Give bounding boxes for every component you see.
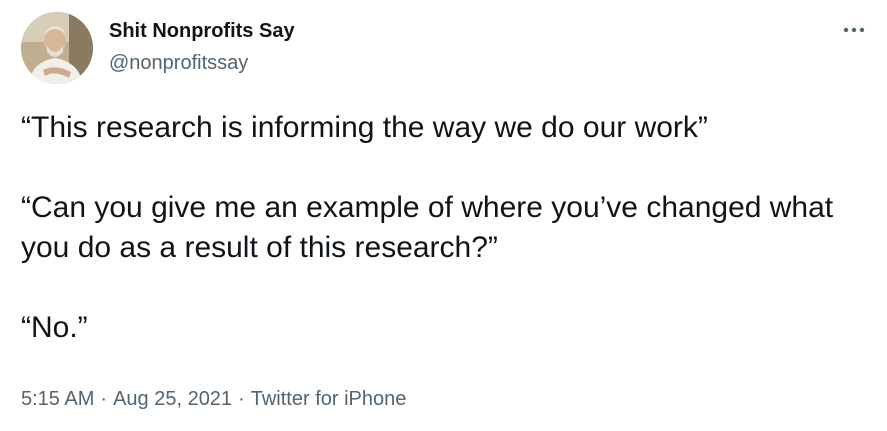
tweet-paragraph: “This research is informing the way we d… <box>21 111 708 144</box>
avatar[interactable] <box>21 12 93 84</box>
user-handle[interactable]: @nonprofitssay <box>109 51 248 75</box>
tweet-date[interactable]: Aug 25, 2021 <box>113 388 232 410</box>
tweet-card: Shit Nonprofits Say @nonprofitssay “This… <box>0 0 887 431</box>
meta-separator: · <box>238 388 245 410</box>
tweet-paragraph: “No.” <box>21 311 88 344</box>
display-name[interactable]: Shit Nonprofits Say <box>109 19 295 43</box>
meta-separator: · <box>100 388 108 410</box>
tweet-time[interactable]: 5:15 AM <box>21 388 94 410</box>
tweet-text: “This research is informing the way we d… <box>21 108 881 388</box>
tweet-metadata: 5:15 AM · Aug 25, 2021 · Twitter for iPhone <box>21 385 406 413</box>
tweet-source[interactable]: Twitter for iPhone <box>251 388 407 410</box>
tweet-paragraph: “Can you give me an example of where you… <box>21 191 842 264</box>
more-options-button[interactable] <box>834 18 874 42</box>
more-horizontal-icon <box>843 27 865 33</box>
